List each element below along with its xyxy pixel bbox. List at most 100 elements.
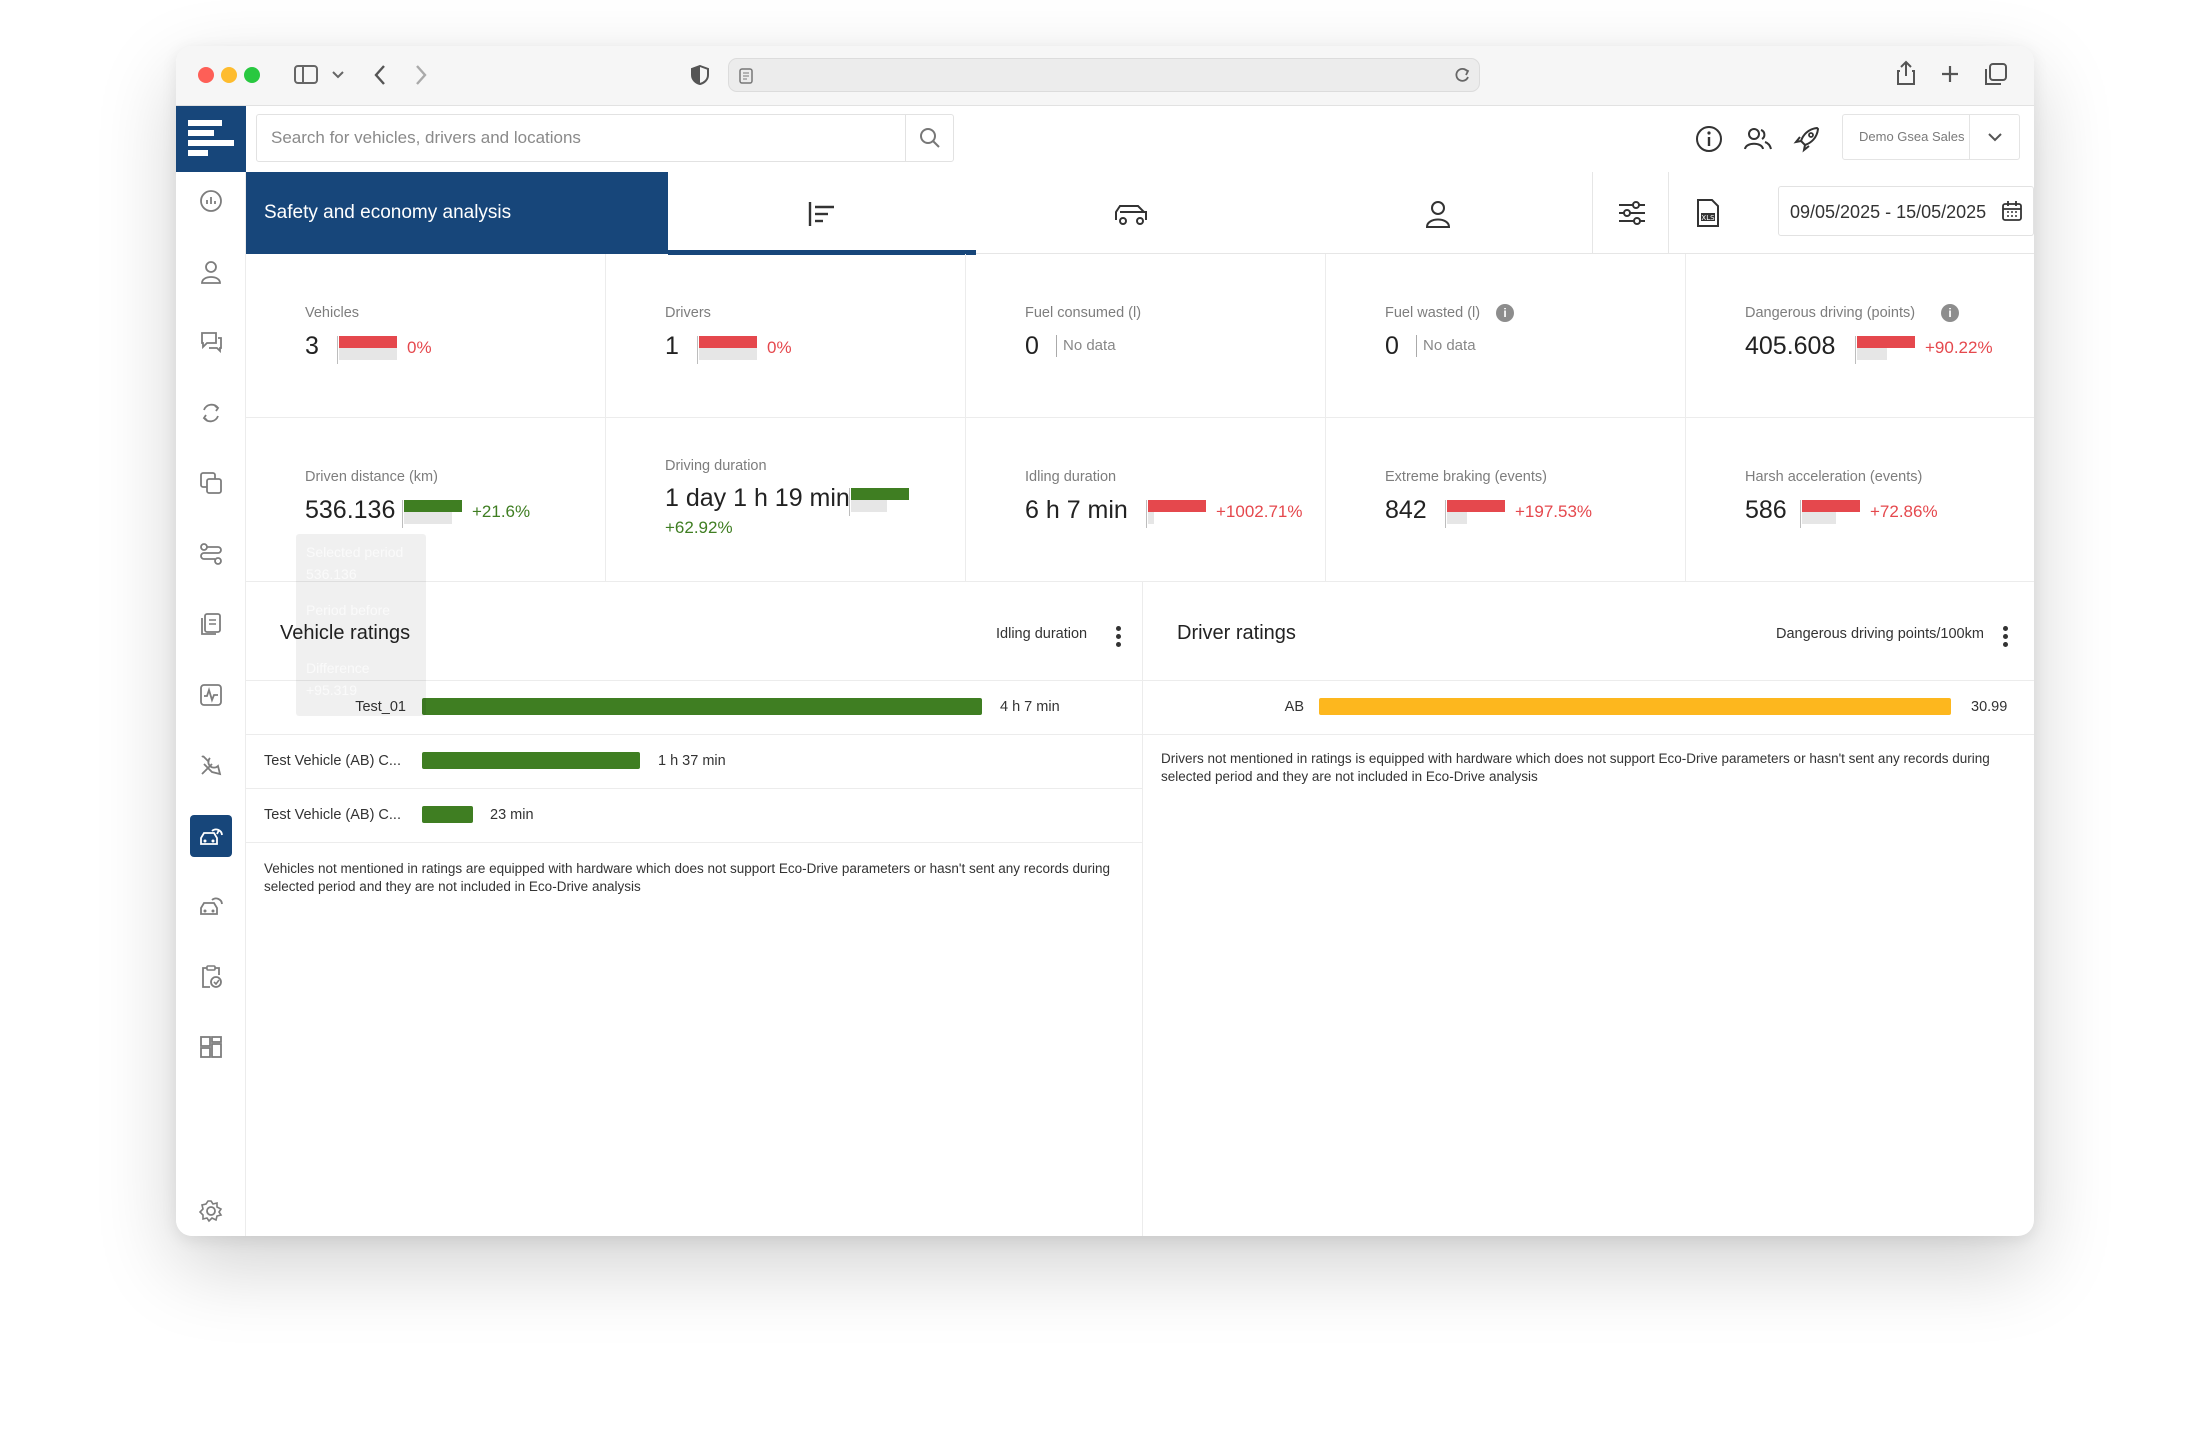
sidebar — [176, 172, 246, 1236]
route-icon — [200, 543, 222, 565]
ratings-metric-label: Idling duration — [996, 626, 1088, 642]
close-window-button[interactable] — [198, 67, 214, 83]
calendar-icon — [2002, 201, 2022, 221]
kpi-vehicles[interactable]: Vehicles 3 0% — [246, 254, 606, 418]
sidebar-item-messages[interactable] — [190, 321, 232, 363]
sidebar-item-tasks[interactable] — [190, 956, 232, 998]
date-range-picker[interactable]: 09/05/2025 - 15/05/2025 — [1778, 186, 2034, 236]
rating-row[interactable]: Test Vehicle (AB) C... 1 h 37 min — [246, 734, 1142, 788]
rating-bar — [422, 698, 982, 715]
export-xls-button[interactable]: XLS — [1668, 172, 1744, 254]
loop-icon — [202, 403, 220, 423]
car-check-icon — [200, 897, 223, 915]
tooltip-label: Period before — [306, 602, 391, 618]
more-options-button[interactable] — [1997, 626, 2013, 648]
chevron-down-icon — [1988, 133, 2002, 142]
rating-bar — [422, 752, 640, 769]
chevron-down-icon[interactable] — [332, 70, 344, 80]
person-icon — [1425, 201, 1451, 228]
sidebar-item-drivers[interactable] — [190, 251, 232, 293]
kpi-change: +1002.71% — [1216, 502, 1303, 521]
kpi-driving-duration[interactable]: Driving duration 1 day 1 h 19 min +62.92… — [606, 418, 966, 582]
rocket-icon[interactable] — [1792, 124, 1822, 154]
kpi-harsh-acceleration[interactable]: Harsh acceleration (events) 586 +72.86% — [1686, 418, 2034, 582]
kpi-extreme-braking[interactable]: Extreme braking (events) 842 +197.53% — [1326, 418, 1686, 582]
rating-bar — [1319, 698, 1951, 715]
kpi-value: 6 h 7 min — [1025, 496, 1128, 524]
minimize-window-button[interactable] — [221, 67, 237, 83]
app-logo[interactable] — [176, 106, 246, 172]
kpi-value: 1 day 1 h 19 min — [665, 484, 850, 512]
documents-icon — [201, 613, 221, 635]
tab-drivers[interactable] — [1284, 172, 1592, 254]
sidebar-item-reports[interactable] — [190, 603, 232, 645]
sliders-icon — [1619, 201, 1645, 225]
back-icon[interactable] — [373, 64, 387, 86]
kpi-change: +72.86% — [1870, 502, 1938, 521]
account-selector[interactable]: Demo Gsea Sales — [1842, 114, 2020, 160]
sidebar-item-maintenance[interactable] — [190, 744, 232, 786]
kpi-fuel-wasted[interactable]: Fuel wasted (l) i 0 No data — [1326, 254, 1686, 418]
search-button[interactable] — [905, 115, 953, 161]
kpi-fuel-consumed[interactable]: Fuel consumed (l) 0 No data — [966, 254, 1326, 418]
share-icon[interactable] — [1896, 60, 1916, 86]
rating-value: 1 h 37 min — [658, 753, 726, 769]
kpi-value: 405.608 — [1745, 332, 1836, 360]
new-tab-icon[interactable] — [1940, 64, 1960, 84]
tab-overview[interactable] — [668, 172, 976, 255]
sidebar-item-eco-drive[interactable] — [190, 815, 232, 857]
sidebar-item-widgets[interactable] — [190, 1026, 232, 1068]
kpi-change: +21.6% — [472, 502, 531, 521]
kpi-value: 3 — [305, 332, 319, 360]
pulse-icon — [200, 684, 222, 706]
page-icon — [739, 68, 753, 84]
shield-icon[interactable] — [691, 65, 709, 85]
info-icon[interactable]: i — [1496, 304, 1514, 322]
page-title: Safety and economy analysis — [246, 172, 668, 254]
kpi-label: Harsh acceleration (events) — [1745, 469, 1923, 485]
sidebar-toggle-icon[interactable] — [294, 64, 318, 86]
kpi-drivers[interactable]: Drivers 1 0% — [606, 254, 966, 418]
account-dropdown-button[interactable] — [1969, 115, 2019, 159]
kpi-dangerous-driving[interactable]: Dangerous driving (points) i 405.608 +90… — [1686, 254, 2034, 418]
users-icon[interactable] — [1743, 124, 1773, 154]
sidebar-item-trips[interactable] — [190, 533, 232, 575]
rating-value: 30.99 — [1971, 699, 2008, 715]
info-icon[interactable]: i — [1941, 304, 1959, 322]
kpi-grid: Vehicles 3 0% Drivers 1 0% Fuel consumed… — [246, 254, 2034, 582]
info-icon[interactable] — [1694, 124, 1724, 154]
forward-icon[interactable] — [414, 64, 428, 86]
kpi-comparison-bar — [402, 500, 462, 528]
maximize-window-button[interactable] — [244, 67, 260, 83]
xls-file-icon: XLS — [1697, 199, 1719, 227]
kpi-comparison-bar — [697, 336, 757, 364]
address-bar[interactable] — [728, 58, 1480, 92]
sidebar-item-dashboard[interactable] — [190, 180, 232, 222]
browser-toolbar — [176, 46, 2034, 106]
analysis-tabs: Safety and economy analysis XLS 09/05/20… — [246, 172, 2034, 255]
row-divider — [246, 842, 1142, 843]
sidebar-item-places[interactable] — [190, 462, 232, 504]
driver-ratings-panel: Driver ratings Dangerous driving points/… — [1143, 582, 2034, 1236]
search-input[interactable] — [257, 115, 905, 161]
kpi-label: Dangerous driving (points) — [1745, 305, 1916, 321]
rating-row[interactable]: Test Vehicle (AB) C... 23 min — [246, 788, 1142, 842]
sidebar-item-eco-drive-settings[interactable] — [190, 885, 232, 927]
more-options-button[interactable] — [1110, 626, 1126, 648]
sidebar-item-sensors[interactable] — [190, 674, 232, 716]
kpi-idling-duration[interactable]: Idling duration 6 h 7 min +1002.71% — [966, 418, 1326, 582]
search-box — [256, 114, 954, 162]
sidebar-item-routes[interactable] — [190, 392, 232, 434]
reload-icon[interactable] — [1453, 66, 1471, 84]
account-name: Demo Gsea Sales — [1859, 129, 1965, 144]
kpi-change: 0% — [407, 338, 432, 357]
tab-vehicles[interactable] — [976, 172, 1284, 254]
sidebar-item-settings[interactable] — [190, 1190, 232, 1232]
kpi-comparison-bar — [1800, 500, 1860, 528]
tabs-overview-icon[interactable] — [1984, 62, 2008, 86]
panel-title: Driver ratings — [1177, 622, 1296, 644]
rating-row[interactable]: AB 30.99 — [1143, 680, 2034, 734]
search-icon — [920, 128, 940, 148]
filters-button[interactable] — [1592, 172, 1668, 254]
browser-window: Demo Gsea Sales Safety and economy analy… — [176, 46, 2034, 1236]
